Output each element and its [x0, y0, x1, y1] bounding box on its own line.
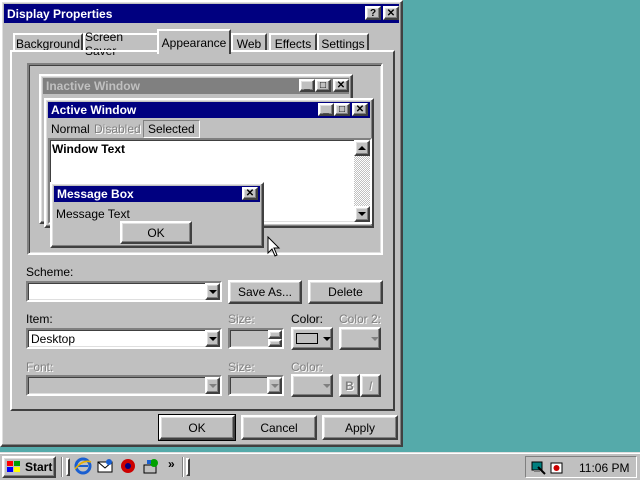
window-titlebar[interactable]: Display Properties: [4, 4, 399, 23]
preview-menu-disabled: Disabled: [94, 122, 141, 136]
taskbar-divider-2: [182, 457, 184, 477]
delete-button[interactable]: Delete: [308, 280, 383, 304]
cancel-label: Cancel: [260, 420, 298, 435]
item-color-button[interactable]: [291, 327, 333, 350]
font-size-label: Size:: [228, 360, 255, 374]
item-size-up-icon: [268, 330, 282, 339]
font-label: Font:: [26, 360, 54, 374]
ok-label: OK: [188, 420, 206, 435]
item-size-down-icon: [268, 339, 282, 347]
cancel-button[interactable]: Cancel: [241, 415, 317, 440]
font-size-arrow-icon: [267, 377, 282, 394]
preview-active-min-icon: _: [318, 103, 334, 116]
tab-background-label: Background: [15, 36, 81, 51]
window-title: Display Properties: [7, 6, 113, 21]
font-color-label: Color:: [291, 360, 324, 374]
scheme-label: Scheme:: [26, 265, 74, 279]
font-size-dropdown: [228, 375, 284, 396]
item-label: Item:: [26, 312, 53, 326]
preview-scroll-down: [354, 206, 370, 222]
mouse-cursor-icon: [267, 236, 281, 257]
help-icon: ?: [369, 7, 377, 19]
preview-active-close-icon: ✕: [352, 103, 368, 116]
font-color-arrow-icon: [323, 384, 331, 388]
start-button[interactable]: Start: [2, 456, 56, 478]
taskbar: Start » 11:06 PM: [0, 452, 640, 480]
close-icon: ✕: [386, 7, 396, 19]
preview-msgbox-title: Message Box: [57, 187, 134, 201]
apply-label: Apply: [344, 420, 376, 435]
clock[interactable]: 11:06 PM: [579, 461, 629, 475]
preview-msgbox-titlebar: Message Box: [54, 186, 260, 202]
item-color-swatch: [296, 333, 318, 344]
item-dropdown[interactable]: Desktop: [26, 328, 222, 349]
quicklaunch-chevron-icon[interactable]: »: [168, 457, 175, 471]
preview-active-title: Active Window: [51, 103, 137, 117]
preview-menu-selected: Selected: [143, 120, 200, 138]
font-italic-button: I: [360, 374, 381, 397]
preview-message-box: Message Box ✕ Message Text OK: [50, 182, 264, 248]
font-italic-label: I: [368, 378, 373, 393]
preview-scroll-up: [354, 140, 370, 156]
delete-label: Delete: [328, 285, 363, 299]
apply-button[interactable]: Apply: [322, 415, 398, 440]
preview-msgbox-ok: OK: [120, 221, 192, 244]
quicklaunch-grip[interactable]: [66, 458, 70, 476]
save-as-button[interactable]: Save As...: [228, 280, 302, 304]
font-dropdown: [26, 375, 222, 396]
font-bold-label: B: [345, 378, 354, 393]
volume-tray-icon[interactable]: [548, 459, 565, 476]
preview-menu-normal: Normal: [51, 122, 90, 136]
item-size-label: Size:: [228, 312, 255, 326]
preview-inactive-close-icon: ✕: [333, 79, 349, 92]
system-tray: 11:06 PM: [525, 456, 637, 478]
preview-window-text: Window Text: [52, 142, 125, 156]
tab-effects-label: Effects: [274, 36, 312, 51]
channels-icon[interactable]: [142, 457, 160, 475]
scheme-dropdown[interactable]: [26, 281, 222, 302]
preview-msgbox-text: Message Text: [56, 207, 130, 221]
item-color2-label: Color 2:: [339, 312, 382, 326]
scheme-dropdown-arrow-icon[interactable]: [205, 283, 220, 300]
tab-appearance-label: Appearance: [161, 35, 227, 50]
display-properties-window: Display Properties ? ✕ Background Screen…: [0, 0, 403, 447]
preview-msgbox-ok-label: OK: [147, 225, 165, 240]
item-color2-button: [339, 327, 381, 350]
outlook-express-icon[interactable]: [96, 457, 114, 475]
save-as-label: Save As...: [237, 285, 293, 299]
preview-inactive-title: Inactive Window: [46, 79, 140, 93]
item-dropdown-arrow-icon[interactable]: [205, 330, 220, 347]
item-size-stepper: [228, 328, 284, 349]
font-color-button: [291, 374, 333, 397]
help-button[interactable]: ?: [365, 6, 381, 20]
tasks-grip[interactable]: [186, 458, 190, 476]
item-color2-arrow-icon: [371, 337, 379, 341]
display-settings-tray-icon[interactable]: [530, 459, 547, 476]
item-color-arrow-icon: [323, 337, 331, 341]
taskbar-divider: [61, 457, 63, 477]
tab-web-label: Web: [236, 36, 262, 51]
tab-settings-label: Settings: [321, 36, 365, 51]
item-value: Desktop: [31, 332, 76, 346]
preview-area[interactable]: Inactive Window _ □ ✕ Active Window _ □ …: [27, 63, 383, 257]
start-label: Start: [25, 460, 53, 474]
preview-scrollbar: [354, 140, 370, 222]
preview-msgbox-close-icon: ✕: [242, 187, 258, 200]
internet-explorer-icon[interactable]: [74, 457, 92, 475]
item-color-label: Color:: [291, 312, 324, 326]
windows-logo-icon: [7, 461, 20, 472]
close-button[interactable]: ✕: [383, 6, 399, 20]
preview-inactive-min-icon: _: [299, 79, 315, 92]
font-bold-button: B: [339, 374, 360, 397]
ok-button[interactable]: OK: [158, 414, 236, 441]
preview-inactive-max-icon: □: [315, 79, 331, 92]
show-desktop-icon[interactable]: [119, 457, 137, 475]
font-dropdown-arrow-icon: [205, 377, 220, 394]
preview-active-max-icon: □: [334, 103, 350, 116]
